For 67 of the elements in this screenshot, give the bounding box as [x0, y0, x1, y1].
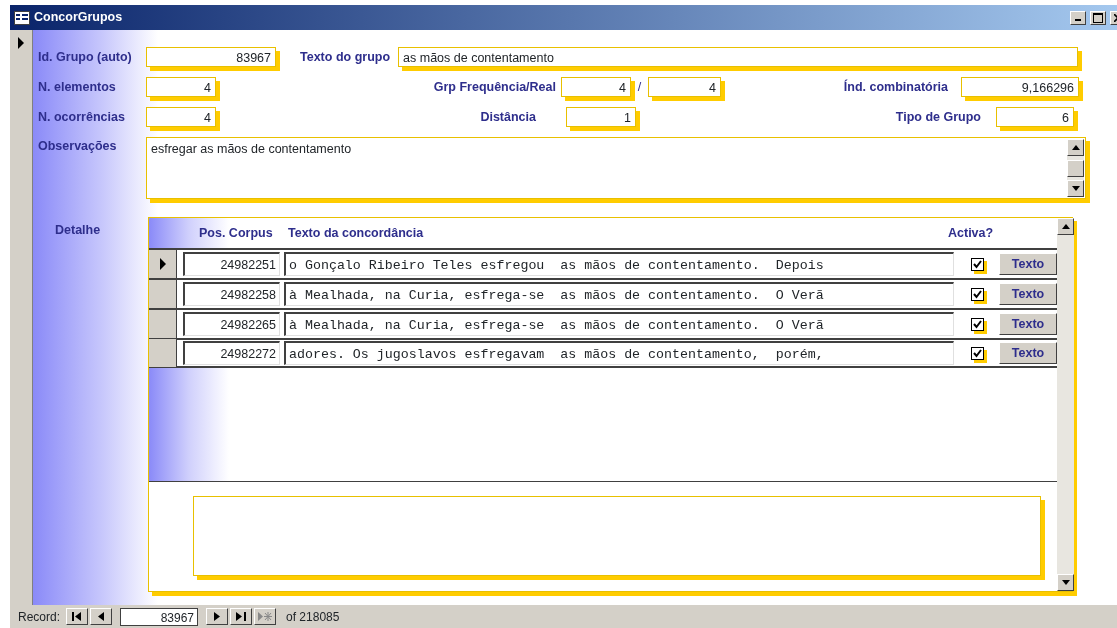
- record-label: Record:: [18, 608, 61, 626]
- minimize-button[interactable]: [1070, 10, 1086, 25]
- record-selector[interactable]: [149, 310, 177, 338]
- concordance-field[interactable]: o Gonçalo Ribeiro Teles esfregou as mãos de contentamento. Depois: [284, 252, 954, 276]
- field-label: Grp Frequência/Real: [432, 78, 557, 96]
- scroll-down-button[interactable]: [1067, 180, 1084, 197]
- scrollbar[interactable]: [1057, 218, 1074, 591]
- texto-button[interactable]: Texto: [999, 283, 1057, 305]
- checkbox[interactable]: [971, 346, 984, 360]
- record-selector[interactable]: [149, 250, 177, 278]
- memo-text: esfregar as mãos de contentamento: [151, 142, 352, 156]
- position-field[interactable]: 24982258: [183, 282, 280, 306]
- texto-button[interactable]: Texto: [999, 253, 1057, 275]
- last-record-icon: [236, 612, 247, 621]
- field-label: Observações: [38, 138, 118, 155]
- field-label: Distância: [479, 108, 537, 126]
- previous-record-icon: [98, 612, 105, 621]
- column-header: Activa?: [948, 224, 994, 242]
- checkbox[interactable]: [971, 317, 984, 331]
- scroll-up-button[interactable]: [1057, 218, 1074, 235]
- separator-text: /: [636, 78, 643, 96]
- previous-record-button[interactable]: [90, 608, 113, 625]
- scroll-down-button[interactable]: [1057, 574, 1074, 591]
- record-count: of 218085: [286, 608, 340, 626]
- position-field[interactable]: 24982272: [183, 341, 280, 365]
- maximize-icon: [1093, 12, 1103, 23]
- record-pointer-icon: [17, 37, 25, 49]
- column-header: Texto da concordância: [288, 224, 425, 242]
- texto-button[interactable]: Texto: [999, 313, 1057, 335]
- concordance-field[interactable]: à Mealhada, na Curia, esfrega-se as mãos de contentamento. O Verã: [284, 282, 954, 306]
- new-record-icon: [258, 612, 273, 621]
- record-selector[interactable]: [149, 339, 177, 367]
- checkbox[interactable]: [971, 287, 984, 301]
- field-label: N. elementos: [38, 78, 117, 96]
- concordance-field[interactable]: adores. Os jugoslavos esfregavam as mãos de contentamento, porém,: [284, 341, 954, 365]
- record-number-field[interactable]: 83967: [120, 607, 199, 626]
- window-title: ConcorGrupos: [34, 9, 124, 27]
- next-record-icon: [214, 612, 221, 621]
- field-label: Índ. combinatória: [842, 78, 949, 96]
- field-label: Id. Grupo (auto): [38, 48, 133, 66]
- scrollbar[interactable]: [1067, 139, 1084, 197]
- checkbox[interactable]: [971, 257, 984, 271]
- position-field[interactable]: 24982265: [183, 312, 280, 336]
- scroll-up-icon: [1071, 145, 1080, 150]
- record-pointer-icon: [158, 258, 167, 270]
- field-label: Texto do grupo: [300, 48, 391, 66]
- scroll-down-icon: [1071, 186, 1080, 191]
- concordance-field[interactable]: à Mealhada, na Curia, esfrega-se as mãos de contentamento. O Verã: [284, 312, 954, 336]
- maximize-button[interactable]: [1090, 10, 1106, 25]
- scrollbar-thumb[interactable]: [1067, 159, 1084, 177]
- scroll-up-button[interactable]: [1067, 139, 1084, 156]
- column-header: Pos. Corpus: [199, 224, 274, 242]
- next-record-button[interactable]: [206, 608, 229, 625]
- first-record-icon: [72, 612, 83, 621]
- field-label: Tipo de Grupo: [894, 108, 982, 126]
- scroll-down-icon: [1061, 580, 1070, 585]
- section-label: Detalhe: [55, 223, 101, 237]
- first-record-button[interactable]: [66, 608, 89, 625]
- last-record-button[interactable]: [230, 608, 253, 625]
- position-field[interactable]: 24982251: [183, 252, 280, 276]
- field-label: N. ocorrências: [38, 108, 126, 126]
- texto-button[interactable]: Texto: [999, 342, 1057, 364]
- form-icon: [14, 10, 30, 25]
- scroll-up-icon: [1061, 224, 1070, 229]
- new-record-button[interactable]: [254, 608, 277, 625]
- record-selector[interactable]: [149, 280, 177, 308]
- minimize-icon: [1075, 18, 1081, 21]
